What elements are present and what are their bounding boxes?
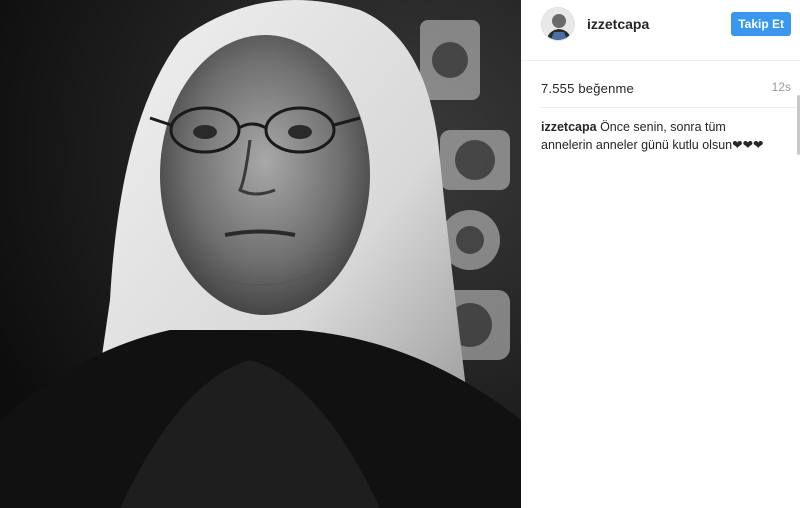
header-divider	[521, 60, 800, 61]
likes-row: 7.555 beğenme 12s	[521, 77, 800, 99]
username-link[interactable]: izzetcapa	[587, 16, 649, 32]
avatar[interactable]	[541, 7, 575, 41]
caption-username[interactable]: izzetcapa	[541, 120, 597, 134]
likes-count[interactable]: 7.555 beğenme	[541, 81, 634, 96]
follow-button[interactable]: Takip Et	[731, 12, 791, 36]
post-caption: izzetcapa Önce senin, sonra tüm anneleri…	[521, 108, 791, 154]
post-header: izzetcapa Takip Et	[521, 0, 800, 48]
post-sidebar: izzetcapa Takip Et 7.555 beğenme 12s izz…	[521, 0, 800, 508]
post-photo[interactable]	[0, 0, 521, 508]
post-time[interactable]: 12s	[772, 80, 791, 94]
instagram-post: izzetcapa Takip Et 7.555 beğenme 12s izz…	[0, 0, 800, 508]
user-avatar-icon	[542, 8, 574, 40]
portrait-photo-icon	[0, 0, 521, 508]
